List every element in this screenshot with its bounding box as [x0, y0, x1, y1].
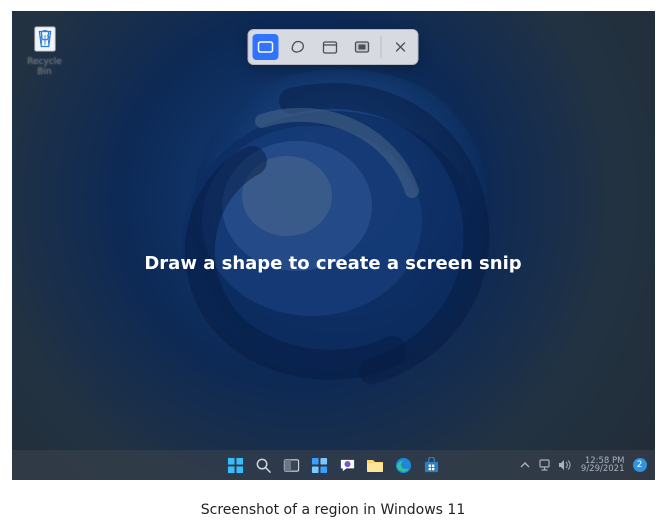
snip-mode-rectangular[interactable] [253, 34, 279, 60]
taskbar-center [224, 454, 442, 476]
snip-mode-freeform[interactable] [285, 34, 311, 60]
window-icon [322, 41, 337, 54]
snip-mode-fullscreen[interactable] [349, 34, 375, 60]
desktop[interactable]: Recycle Bin Draw a shape to create a scr… [12, 11, 655, 480]
chevron-up-icon [520, 460, 530, 470]
desktop-icons: Recycle Bin [18, 21, 72, 79]
widgets-icon [311, 457, 328, 474]
close-icon [395, 41, 407, 53]
taskbar-widgets[interactable] [308, 454, 330, 476]
snip-toolbar-divider [381, 36, 382, 58]
chat-icon [339, 457, 356, 474]
edge-icon [395, 457, 412, 474]
volume-icon [558, 459, 571, 471]
screenshot-frame: Recycle Bin Draw a shape to create a scr… [12, 11, 655, 480]
tray-chevron[interactable] [517, 457, 533, 473]
rectangle-icon [258, 41, 274, 53]
taskbar-file-explorer[interactable] [364, 454, 386, 476]
network-icon [538, 459, 551, 471]
snip-instruction: Draw a shape to create a screen snip [12, 253, 655, 274]
tray-notifications[interactable]: 2 [633, 458, 647, 472]
snip-toolbar [248, 29, 419, 65]
recycle-bin-icon[interactable]: Recycle Bin [18, 21, 72, 79]
tray-date: 9/29/2021 [581, 465, 625, 474]
taskbar-store[interactable] [420, 454, 442, 476]
tray-datetime[interactable]: 12:58 PM 9/29/2021 [581, 457, 625, 474]
taskbar-edge[interactable] [392, 454, 414, 476]
taskbar-chat[interactable] [336, 454, 358, 476]
snip-overlay-dim [12, 11, 655, 480]
recycle-bin-label: Recycle Bin [20, 57, 70, 77]
taskbar-task-view[interactable] [280, 454, 302, 476]
taskbar-search[interactable] [252, 454, 274, 476]
trash-icon [29, 23, 61, 55]
taskbar-start[interactable] [224, 454, 246, 476]
tray-volume[interactable] [557, 457, 573, 473]
snip-mode-window[interactable] [317, 34, 343, 60]
fullscreen-icon [354, 41, 369, 53]
tray-network[interactable] [537, 457, 553, 473]
search-icon [255, 457, 272, 474]
windows-logo-icon [227, 457, 244, 474]
freeform-icon [290, 40, 305, 55]
folder-icon [366, 457, 384, 473]
snip-instruction-text: Draw a shape to create a screen snip [144, 253, 521, 274]
taskbar: 12:58 PM 9/29/2021 2 [12, 450, 655, 480]
figure-caption: Screenshot of a region in Windows 11 [201, 502, 465, 518]
store-icon [423, 457, 440, 474]
task-view-icon [283, 457, 300, 474]
system-tray: 12:58 PM 9/29/2021 2 [517, 457, 647, 474]
snip-close[interactable] [388, 34, 414, 60]
